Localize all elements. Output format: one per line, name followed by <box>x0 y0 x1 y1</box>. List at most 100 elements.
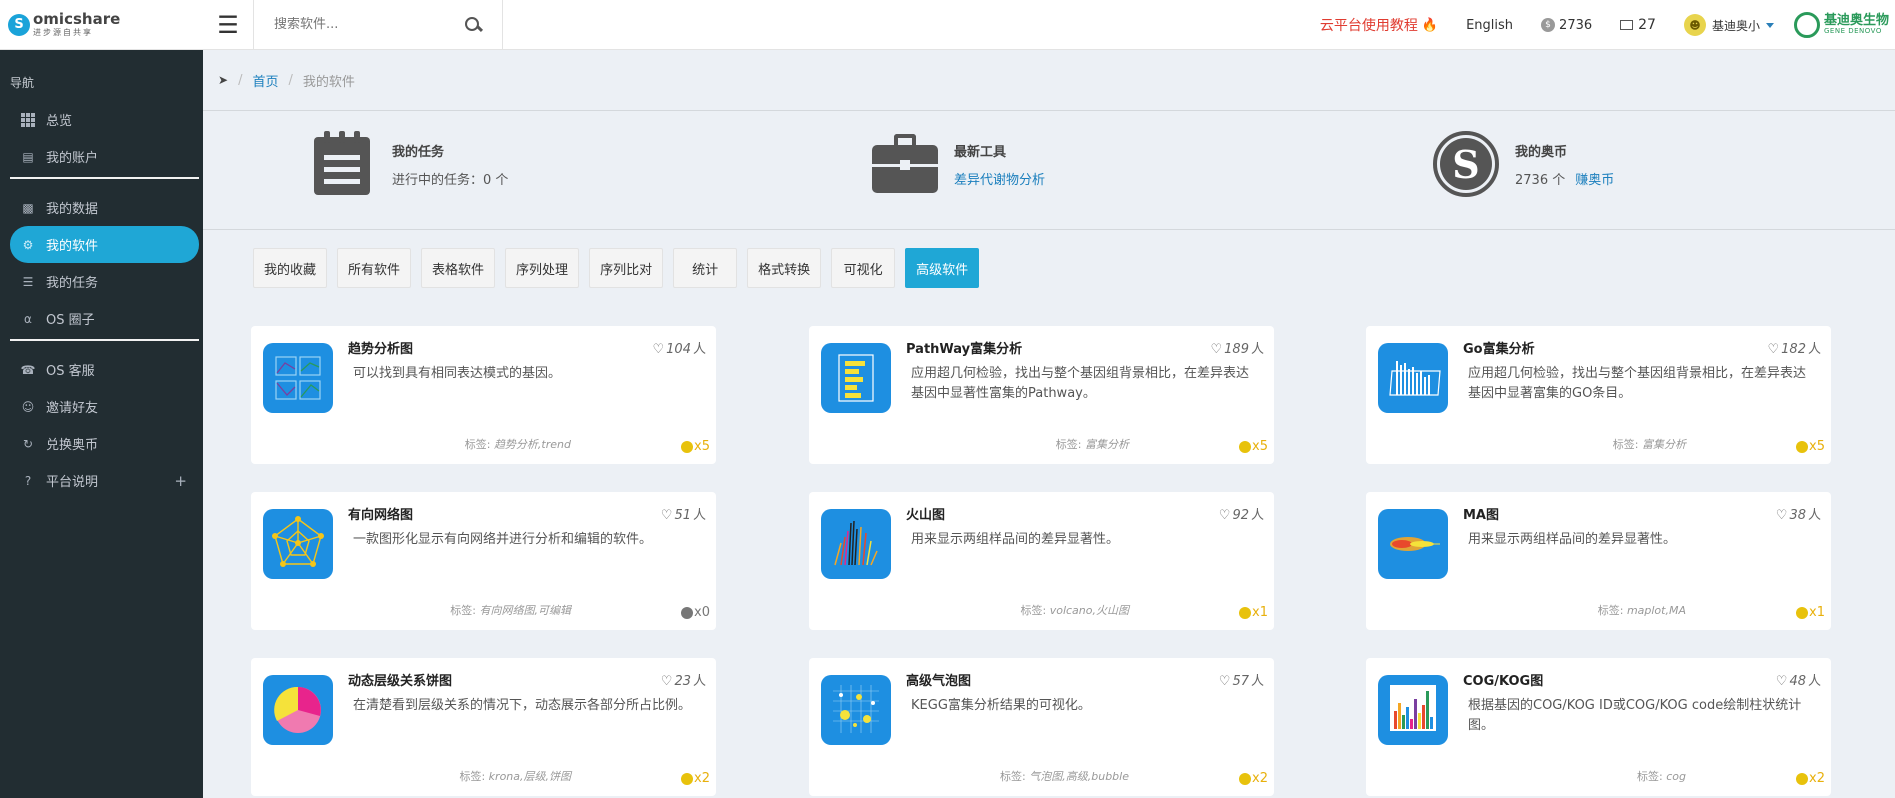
brand-en: GENE DENOVO <box>1823 27 1882 36</box>
card-likes[interactable]: ♡ 189 人 <box>1211 338 1265 357</box>
card-tags: 标签: volcano,火山图 <box>1020 602 1129 618</box>
card-title[interactable]: 高级气泡图 <box>906 670 971 689</box>
sidebar-item-overview[interactable]: 总览 <box>0 101 203 138</box>
filter-statistics[interactable]: 统计 <box>673 248 738 288</box>
cost-value: x2 <box>1252 771 1268 786</box>
brand-cn: 基迪奥生物 <box>1823 13 1889 28</box>
ma-plot-icon[interactable] <box>1378 509 1448 579</box>
sidebar-item-account[interactable]: ▤ 我的账户 <box>0 138 203 175</box>
bubble-chart-icon[interactable] <box>821 675 891 745</box>
username: 基迪奥小 <box>1711 18 1760 33</box>
card-title[interactable]: MA图 <box>1463 504 1499 523</box>
filter-visualization[interactable]: 可视化 <box>831 248 896 288</box>
software-card[interactable]: PathWay富集分析 ♡ 189 人应用超几何检验，找出与整个基因组背景相比，在差异… <box>809 326 1274 464</box>
likes-unit: 人 <box>1250 508 1264 523</box>
card-cost: x5 <box>1796 439 1825 454</box>
tags-label: 标签: <box>1612 438 1639 451</box>
logo[interactable]: S omicshare 进步源自共享 <box>0 0 203 50</box>
coin-icon <box>681 606 694 619</box>
filter-advanced[interactable]: 高级软件 <box>905 248 980 288</box>
earn-coins-link[interactable]: 赚奥币 <box>1575 173 1614 188</box>
coin-icon <box>1239 772 1252 785</box>
like-count: 92 <box>1232 508 1249 523</box>
breadcrumb: ➤ / 首页 / 我的软件 <box>218 71 355 90</box>
heart-icon: ♡ <box>1775 508 1788 523</box>
go-bar-icon[interactable] <box>1378 343 1448 413</box>
card-description: KEGG富集分析结果的可视化。 <box>911 698 1091 713</box>
card-title[interactable]: 有向网络图 <box>348 504 413 523</box>
cog-bar-icon[interactable] <box>1378 675 1448 745</box>
messages[interactable]: 27 <box>1620 17 1656 33</box>
filter-sequence-processing[interactable]: 序列处理 <box>505 248 580 288</box>
coin-balance[interactable]: $ 2736 <box>1541 18 1592 33</box>
card-likes[interactable]: ♡ 92 人 <box>1219 504 1264 523</box>
software-card[interactable]: Go富集分析 ♡ 182 人应用超几何检验，找出与整个基因组背景相比，在差异表达基因中… <box>1366 326 1831 464</box>
sidebar-item-data[interactable]: ▩ 我的数据 <box>0 189 203 226</box>
card-title[interactable]: 火山图 <box>906 504 945 523</box>
brand-logo[interactable]: 基迪奥生物 GENE DENOVO <box>1793 12 1889 38</box>
card-likes[interactable]: ♡ 38 人 <box>1776 504 1821 523</box>
tags-value: cog <box>1666 770 1686 783</box>
software-card[interactable]: MA图 ♡ 38 人用来显示两组样品间的差异显著性。 标签: maplot,MA x1 <box>1366 492 1831 630</box>
language-switch[interactable]: English <box>1466 18 1513 33</box>
pie-chart-icon[interactable] <box>263 675 333 745</box>
tutorial-link[interactable]: 云平台使用教程 🔥 <box>1320 15 1438 35</box>
software-card[interactable]: 火山图 ♡ 92 人用来显示两组样品间的差异显著性。 标签: volcano,火山图 x1 <box>809 492 1274 630</box>
expand-plus-icon[interactable]: + <box>174 472 187 490</box>
filter-format-conversion[interactable]: 格式转换 <box>747 248 822 288</box>
card-likes[interactable]: ♡ 48 人 <box>1776 670 1821 689</box>
filter-table[interactable]: 表格软件 <box>421 248 496 288</box>
sidebar-item-software[interactable]: ⚙ 我的软件 <box>10 226 199 263</box>
card-description: 可以找到具有相同表达模式的基因。 <box>353 366 562 381</box>
filter-favorites[interactable]: 我的收藏 <box>253 248 328 288</box>
likes-unit: 人 <box>1250 342 1264 357</box>
card-likes[interactable]: ♡ 23 人 <box>661 670 706 689</box>
network-icon[interactable] <box>263 509 333 579</box>
card-likes[interactable]: ♡ 51 人 <box>661 504 706 523</box>
search-input[interactable] <box>274 17 464 32</box>
user-menu[interactable]: ☻ 基迪奥小 <box>1683 14 1774 36</box>
sidebar-item-help[interactable]: ? 平台说明 + <box>0 462 203 499</box>
sidebar-item-circle[interactable]: ⍺ OS 圈子 <box>0 300 203 337</box>
card-title[interactable]: 趋势分析图 <box>348 338 413 357</box>
card-likes[interactable]: ♡ 57 人 <box>1219 670 1264 689</box>
sidebar-item-tasks[interactable]: ☰ 我的任务 <box>0 263 203 300</box>
coin-icon <box>1796 440 1809 453</box>
card-title[interactable]: Go富集分析 <box>1463 338 1535 357</box>
trend-chart-icon[interactable] <box>263 343 333 413</box>
card-title[interactable]: 动态层级关系饼图 <box>348 670 452 689</box>
card-title[interactable]: COG/KOG图 <box>1463 670 1543 689</box>
brand-circle-icon <box>1793 12 1820 38</box>
card-likes[interactable]: ♡ 182 人 <box>1768 338 1822 357</box>
card-title[interactable]: PathWay富集分析 <box>906 338 1022 357</box>
software-card[interactable]: COG/KOG图 ♡ 48 人根据基因的COG/KOG ID或COG/KOG code… <box>1366 658 1831 796</box>
coin-icon <box>1239 606 1252 619</box>
card-tags: 标签: cog <box>1637 768 1686 784</box>
filter-all[interactable]: 所有软件 <box>337 248 412 288</box>
breadcrumb-home[interactable]: 首页 <box>252 71 278 90</box>
sidebar-item-label: 平台说明 <box>46 475 99 490</box>
pathway-bar-icon[interactable] <box>821 343 891 413</box>
card-cost: x1 <box>1239 605 1268 620</box>
likes-unit: 人 <box>692 342 706 357</box>
like-count: 189 <box>1224 342 1249 357</box>
latest-tool-link[interactable]: 差异代谢物分析 <box>954 173 1045 188</box>
search-icon[interactable] <box>464 16 482 34</box>
cost-value: x5 <box>694 439 710 454</box>
like-count: 104 <box>666 342 691 357</box>
software-card[interactable]: 趋势分析图 ♡ 104 人可以找到具有相同表达模式的基因。 标签: 趋势分析,trend… <box>251 326 716 464</box>
sidebar: 导航 总览 ▤ 我的账户 ▩ 我的数据 ⚙ 我的软件 ☰ 我的任务 ⍺ OS 圈… <box>0 50 203 798</box>
sidebar-item-support[interactable]: ☎ OS 客服 <box>0 351 203 388</box>
menu-toggle-icon[interactable]: ☰ <box>203 0 253 50</box>
coin-icon <box>681 440 694 453</box>
tags-value: 气泡图,高级,bubble <box>1029 770 1129 783</box>
software-card[interactable]: 有向网络图 ♡ 51 人一款图形化显示有向网络并进行分析和编辑的软件。 标签: 有向网络… <box>251 492 716 630</box>
volcano-plot-icon[interactable] <box>821 509 891 579</box>
card-likes[interactable]: ♡ 104 人 <box>653 338 707 357</box>
software-card[interactable]: 高级气泡图 ♡ 57 人 KEGG富集分析结果的可视化。 标签: 气泡图,高级,bubbl… <box>809 658 1274 796</box>
sidebar-item-exchange[interactable]: ↻ 兑换奥币 <box>0 425 203 462</box>
software-card[interactable]: 动态层级关系饼图 ♡ 23 人在清楚看到层级关系的情况下，动态展示各部分所占比例。 标签… <box>251 658 716 796</box>
filter-sequence-alignment[interactable]: 序列比对 <box>589 248 664 288</box>
card-tags: 标签: 富集分析 <box>1613 436 1686 452</box>
sidebar-item-invite[interactable]: ☺ 邀请好友 <box>0 388 203 425</box>
